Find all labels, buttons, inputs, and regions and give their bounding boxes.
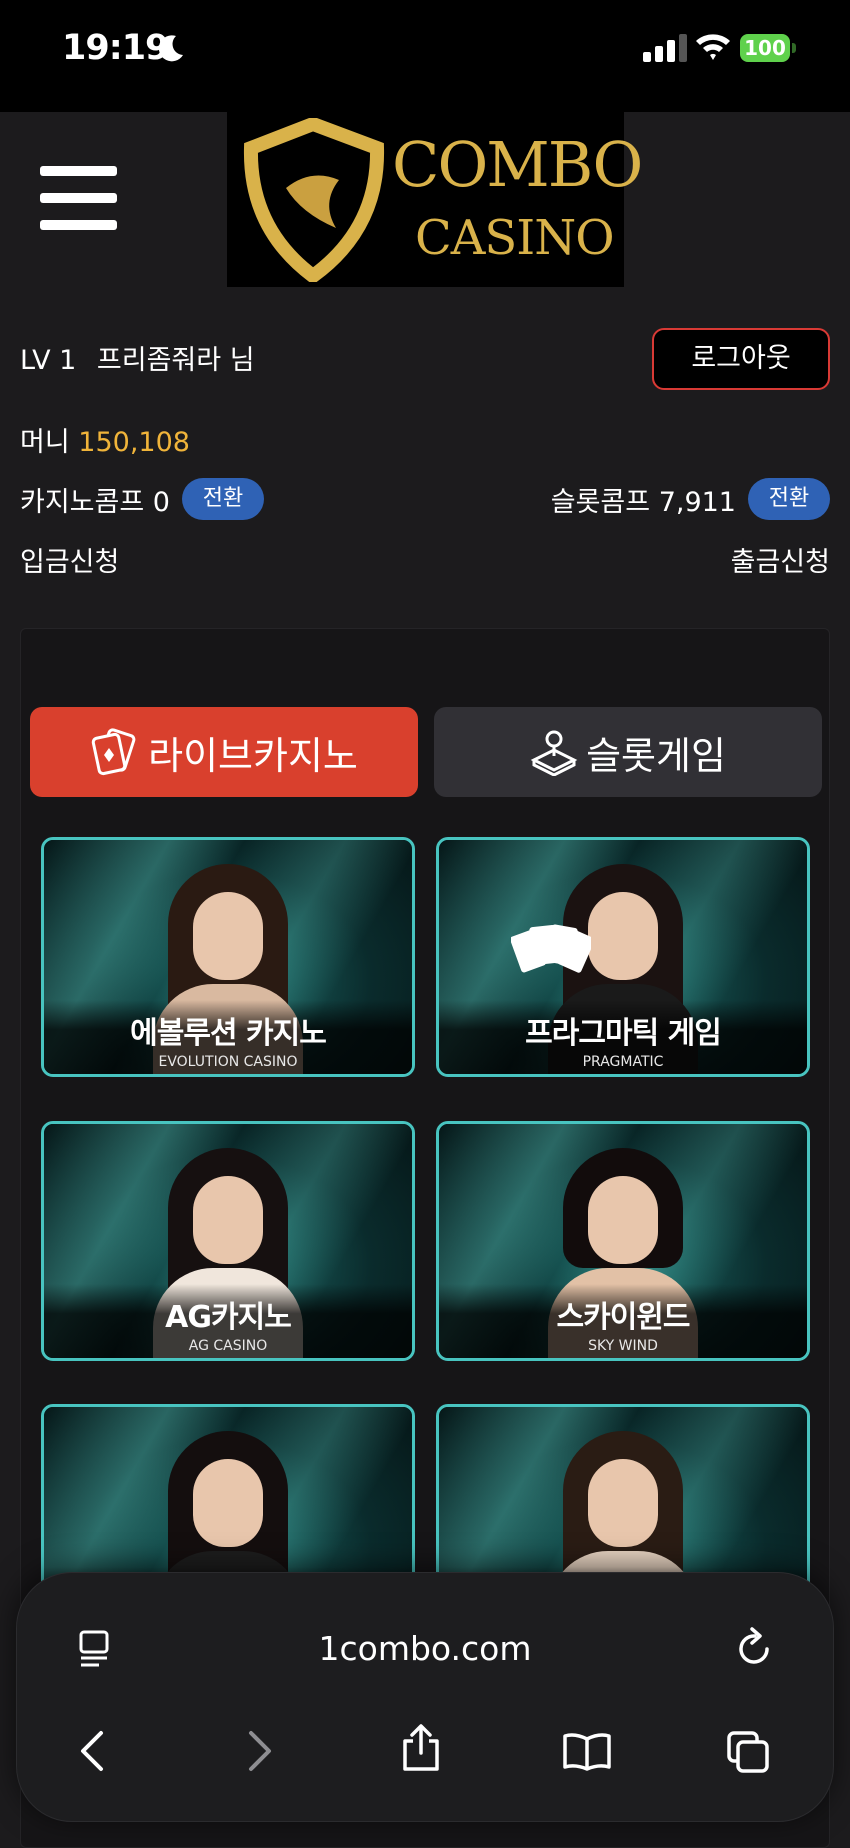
card-title-english: PRAGMATIC <box>582 1054 664 1070</box>
slot-comp-row: 슬롯콤프 7,911 전환 <box>551 478 830 520</box>
logo-text-line2: CASINO <box>415 210 615 266</box>
playing-cards-icon <box>511 924 591 973</box>
card-title: 스카이윈드 SKY WIND <box>439 1284 807 1358</box>
card-title-english: AG CASINO <box>188 1338 268 1354</box>
money-value: 150,108 <box>78 427 190 458</box>
card-title-korean: 프라그마틱 게임 <box>525 1016 722 1051</box>
browser-toolbar: 1combo.com <box>16 1572 834 1822</box>
slot-comp-label: 슬롯콤프 7,911 <box>550 486 736 518</box>
tab-slot-game[interactable]: 슬롯게임 <box>434 707 822 797</box>
status-time: 19:19 <box>62 28 169 68</box>
casino-comp-label: 카지노콤프 0 <box>20 486 170 518</box>
back-icon[interactable] <box>77 1729 107 1773</box>
cellular-signal-icon <box>643 34 687 62</box>
casino-comp-convert-button[interactable]: 전환 <box>181 478 264 520</box>
card-title: 프라그마틱 게임 PRAGMATIC <box>439 1000 807 1074</box>
game-card-skywind[interactable]: 스카이윈드 SKY WIND <box>436 1121 810 1361</box>
game-card-evolution[interactable]: 에볼루션 카지노 EVOLUTION CASINO <box>41 837 415 1077</box>
address-bar[interactable]: 1combo.com <box>17 1629 833 1668</box>
forward-icon[interactable] <box>245 1729 275 1773</box>
card-title-korean: 에볼루션 카지노 <box>130 1016 327 1051</box>
card-title-english: EVOLUTION CASINO <box>158 1054 298 1070</box>
tab-slot-game-label: 슬롯게임 <box>586 733 726 778</box>
user-info: LV 1 프리좀줘라 님 <box>20 338 255 377</box>
logout-button[interactable]: 로그아웃 <box>652 328 830 390</box>
reload-icon[interactable] <box>735 1627 775 1669</box>
casino-comp-row: 카지노콤프 0 전환 <box>20 478 264 520</box>
battery-level: 100 <box>740 34 790 62</box>
withdraw-link[interactable]: 출금신청 <box>731 540 830 579</box>
status-bar: 19:19 100 <box>0 0 850 112</box>
moon-icon <box>158 35 183 62</box>
share-icon[interactable] <box>399 1723 443 1773</box>
bookmarks-icon[interactable] <box>561 1731 613 1771</box>
site-header: COMBO CASINO <box>0 112 850 292</box>
card-title-korean: AG카지노 <box>165 1300 292 1335</box>
card-title-korean: 스카이윈드 <box>556 1300 691 1335</box>
menu-icon[interactable] <box>40 166 117 230</box>
joystick-icon <box>530 730 578 776</box>
deposit-link[interactable]: 입금신청 <box>20 540 119 579</box>
money-row: 머니 150,108 <box>20 420 190 459</box>
tab-live-casino-label: 라이브카지노 <box>148 733 358 778</box>
user-name: 프리좀줘라 님 <box>96 345 255 376</box>
card-title: 에볼루션 카지노 EVOLUTION CASINO <box>44 1000 412 1074</box>
game-card-pragmatic[interactable]: 프라그마틱 게임 PRAGMATIC <box>436 837 810 1077</box>
tab-live-casino[interactable]: 라이브카지노 <box>30 707 418 797</box>
logo-text-line1: COMBO <box>392 128 643 201</box>
card-title-english: SKY WIND <box>588 1338 658 1354</box>
tabs-icon[interactable] <box>725 1729 771 1775</box>
user-level: LV 1 <box>20 345 77 376</box>
cards-icon <box>91 728 136 776</box>
slot-comp-convert-button[interactable]: 전환 <box>748 478 830 520</box>
card-title: AG카지노 AG CASINO <box>44 1284 412 1358</box>
battery-tip <box>792 43 796 53</box>
game-card-ag-casino[interactable]: AG카지노 AG CASINO <box>41 1121 415 1361</box>
site-logo[interactable]: COMBO CASINO <box>227 112 643 287</box>
wifi-icon <box>696 34 730 60</box>
battery-indicator: 100 <box>740 34 796 62</box>
money-label: 머니 <box>20 427 70 458</box>
shield-logo-icon <box>243 118 385 282</box>
